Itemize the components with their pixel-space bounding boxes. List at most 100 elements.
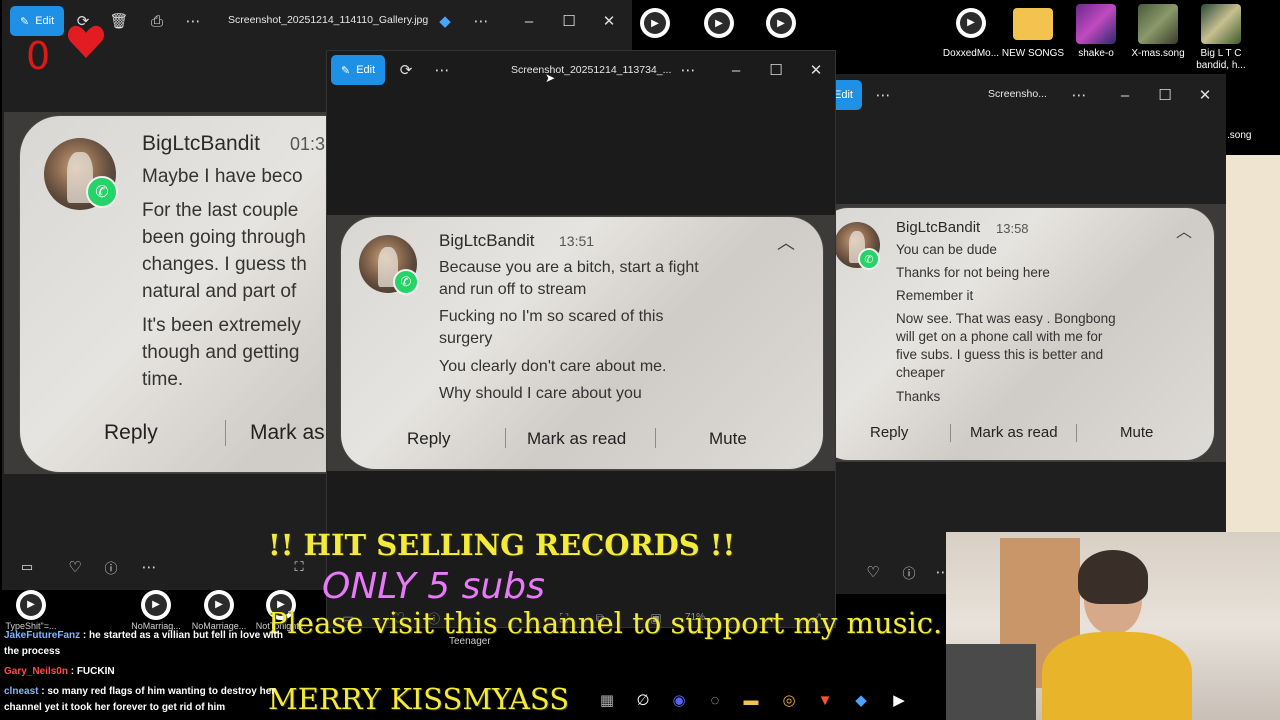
message-line: Maybe I have beco — [142, 166, 303, 187]
message-line: natural and part of — [142, 281, 297, 302]
maximize-icon[interactable]: ☐ — [765, 59, 787, 81]
divider — [655, 428, 656, 448]
taskbar: ▦ ∅ ◉ ◌ ▬ ◎ ▼ ◆ ▶ — [560, 684, 946, 718]
right-photo-window: Edit ⋯ Screensho... ⋯ – ☐ ✕ ✆ BigLtcBand… — [834, 74, 1226, 594]
minimize-icon[interactable]: – — [725, 59, 747, 81]
close-icon[interactable]: ✕ — [598, 10, 620, 32]
album-art-icon — [1201, 4, 1241, 44]
bluesky-icon[interactable]: ∅ — [632, 689, 654, 711]
chrome-icon[interactable]: ◎ — [778, 689, 800, 711]
brave-icon[interactable]: ▼ — [814, 689, 836, 711]
delete-icon[interactable]: 🗑 — [108, 10, 130, 32]
rotate-icon[interactable]: ⟳ — [395, 59, 417, 81]
message-line: surgery — [439, 330, 493, 347]
mute-button[interactable]: Mute — [709, 429, 747, 449]
close-icon[interactable]: ✕ — [1194, 84, 1216, 106]
overlay-subs: ONLY 5 subs — [322, 566, 545, 607]
message-line: will get on a phone call with me for — [896, 329, 1103, 344]
more-options-icon[interactable]: ⋯ — [138, 556, 160, 578]
file-explorer-icon[interactable]: ▬ — [740, 689, 762, 711]
discord-icon[interactable]: ◉ — [668, 689, 690, 711]
more-options-icon[interactable]: ⋯ — [677, 59, 699, 81]
filmstrip-icon[interactable]: ▭ — [16, 556, 38, 578]
notification-card: ✆ BigLtcBandit 13:58 ︿ You can be dude T… — [834, 208, 1214, 460]
message-line: For the last couple — [142, 200, 299, 221]
desktop-icon-label: .song — [1227, 130, 1252, 141]
mark-as-read-button[interactable]: Mark as read — [527, 429, 626, 449]
desktop-icon[interactable]: shake-o — [1061, 4, 1131, 60]
chat-panel: JakeFutureFanz : he started as a villian… — [0, 628, 300, 716]
media-file-icon[interactable]: ▶ — [704, 8, 734, 38]
info-icon[interactable]: ⓘ — [100, 556, 122, 578]
app-icon: ◆ — [439, 13, 451, 30]
chat-username: JakeFutureFanz — [4, 630, 81, 641]
chat-message: JakeFutureFanz : he started as a villian… — [0, 628, 300, 660]
more-options-icon[interactable]: ⋯ — [470, 10, 492, 32]
edit-button[interactable]: ✎ Edit — [331, 55, 386, 85]
message-line: Now see. That was easy . Bongbong — [896, 311, 1116, 326]
message-line: It's been extremely — [142, 315, 301, 336]
message-line: time. — [142, 369, 184, 390]
edit-label: Edit — [35, 15, 55, 27]
message-time: 13:58 — [996, 221, 1029, 236]
reply-button[interactable]: Reply — [407, 429, 450, 449]
media-player-icon[interactable]: ▶ — [888, 689, 910, 711]
message-time: 13:51 — [559, 233, 595, 249]
sub-counter: 0 — [26, 34, 51, 78]
message-line: though and getting — [142, 342, 300, 363]
more-options-icon[interactable]: ⋯ — [182, 10, 204, 32]
close-icon[interactable]: ✕ — [805, 59, 827, 81]
window-manager-icon[interactable]: ▦ — [596, 689, 618, 711]
desktop-icon[interactable]: Big L T C bandid, h... — [1186, 4, 1256, 72]
collapse-icon[interactable]: ︿ — [777, 229, 795, 255]
edit-button[interactable]: Edit — [834, 80, 862, 110]
maximize-icon[interactable]: ☐ — [558, 10, 580, 32]
webcam-person-shirt — [1042, 632, 1192, 720]
desktop-icon-label: shake-o — [1078, 48, 1114, 59]
desktop-icon[interactable]: X-mas.song — [1123, 4, 1193, 60]
reply-button[interactable]: Reply — [104, 421, 158, 445]
minimize-icon[interactable]: – — [518, 10, 540, 32]
window-title: Screenshot_20251214_113734_... — [511, 64, 672, 76]
whatsapp-icon: ✆ — [86, 176, 118, 208]
obs-icon[interactable]: ◌ — [704, 689, 726, 711]
favorite-icon[interactable]: ♡ — [862, 561, 884, 583]
collapse-icon[interactable]: ︿ — [1176, 218, 1192, 242]
media-file-icon: ▶ — [956, 8, 986, 38]
desktop-icon[interactable]: ▶ NoMarriag... — [121, 590, 191, 633]
desktop-icon[interactable]: NEW SONGS — [998, 8, 1068, 60]
mark-as-read-button[interactable]: Mark as read — [970, 424, 1058, 441]
mouse-cursor-icon: ➤ — [545, 71, 556, 85]
chat-text: : so many red flags of him wanting to de… — [4, 686, 276, 713]
chat-text: : FUCKIN — [70, 666, 115, 677]
message-line: You clearly don't care about me. — [439, 358, 667, 375]
mute-button[interactable]: Mute — [1120, 424, 1153, 441]
more-options-icon[interactable]: ⋯ — [872, 84, 894, 106]
webcam-chair — [946, 644, 1036, 720]
album-art-icon — [1076, 4, 1116, 44]
edit-label: Edit — [356, 64, 376, 76]
favorite-icon[interactable]: ♡ — [64, 556, 86, 578]
more-options-icon[interactable]: ⋯ — [431, 59, 453, 81]
chat-username: Gary_Neils0n — [4, 666, 68, 677]
overlay-hit-records: !! HIT SELLING RECORDS !! — [268, 528, 736, 562]
desktop-icon-label: NEW SONGS — [1001, 48, 1065, 59]
print-icon[interactable]: ⎙ — [146, 10, 168, 32]
photos-icon[interactable]: ◆ — [850, 689, 872, 711]
media-file-icon[interactable]: ▶ — [640, 8, 670, 38]
info-icon[interactable]: ⓘ — [898, 561, 920, 583]
mark-as-read-button[interactable]: Mark as — [250, 421, 325, 445]
desktop-icon[interactable]: ▶ TypeShit"=... — [0, 590, 66, 633]
edit-label: Edit — [834, 89, 853, 101]
maximize-icon[interactable]: ☐ — [1154, 84, 1176, 106]
edit-button[interactable]: ✎ Edit — [10, 6, 65, 36]
minimize-icon[interactable]: – — [1114, 84, 1136, 106]
media-file-icon[interactable]: ▶ — [766, 8, 796, 38]
message-line: You can be dude — [896, 242, 997, 257]
desktop-icon[interactable]: ▶ NoMarriage... — [184, 590, 254, 633]
reply-button[interactable]: Reply — [870, 424, 908, 441]
message-line: Why should I care about you — [439, 385, 642, 402]
more-options-icon[interactable]: ⋯ — [1068, 84, 1090, 106]
message-line: Because you are a bitch, start a fight — [439, 259, 699, 276]
desktop-icon[interactable]: ▶ DoxxedMo... — [936, 8, 1006, 60]
